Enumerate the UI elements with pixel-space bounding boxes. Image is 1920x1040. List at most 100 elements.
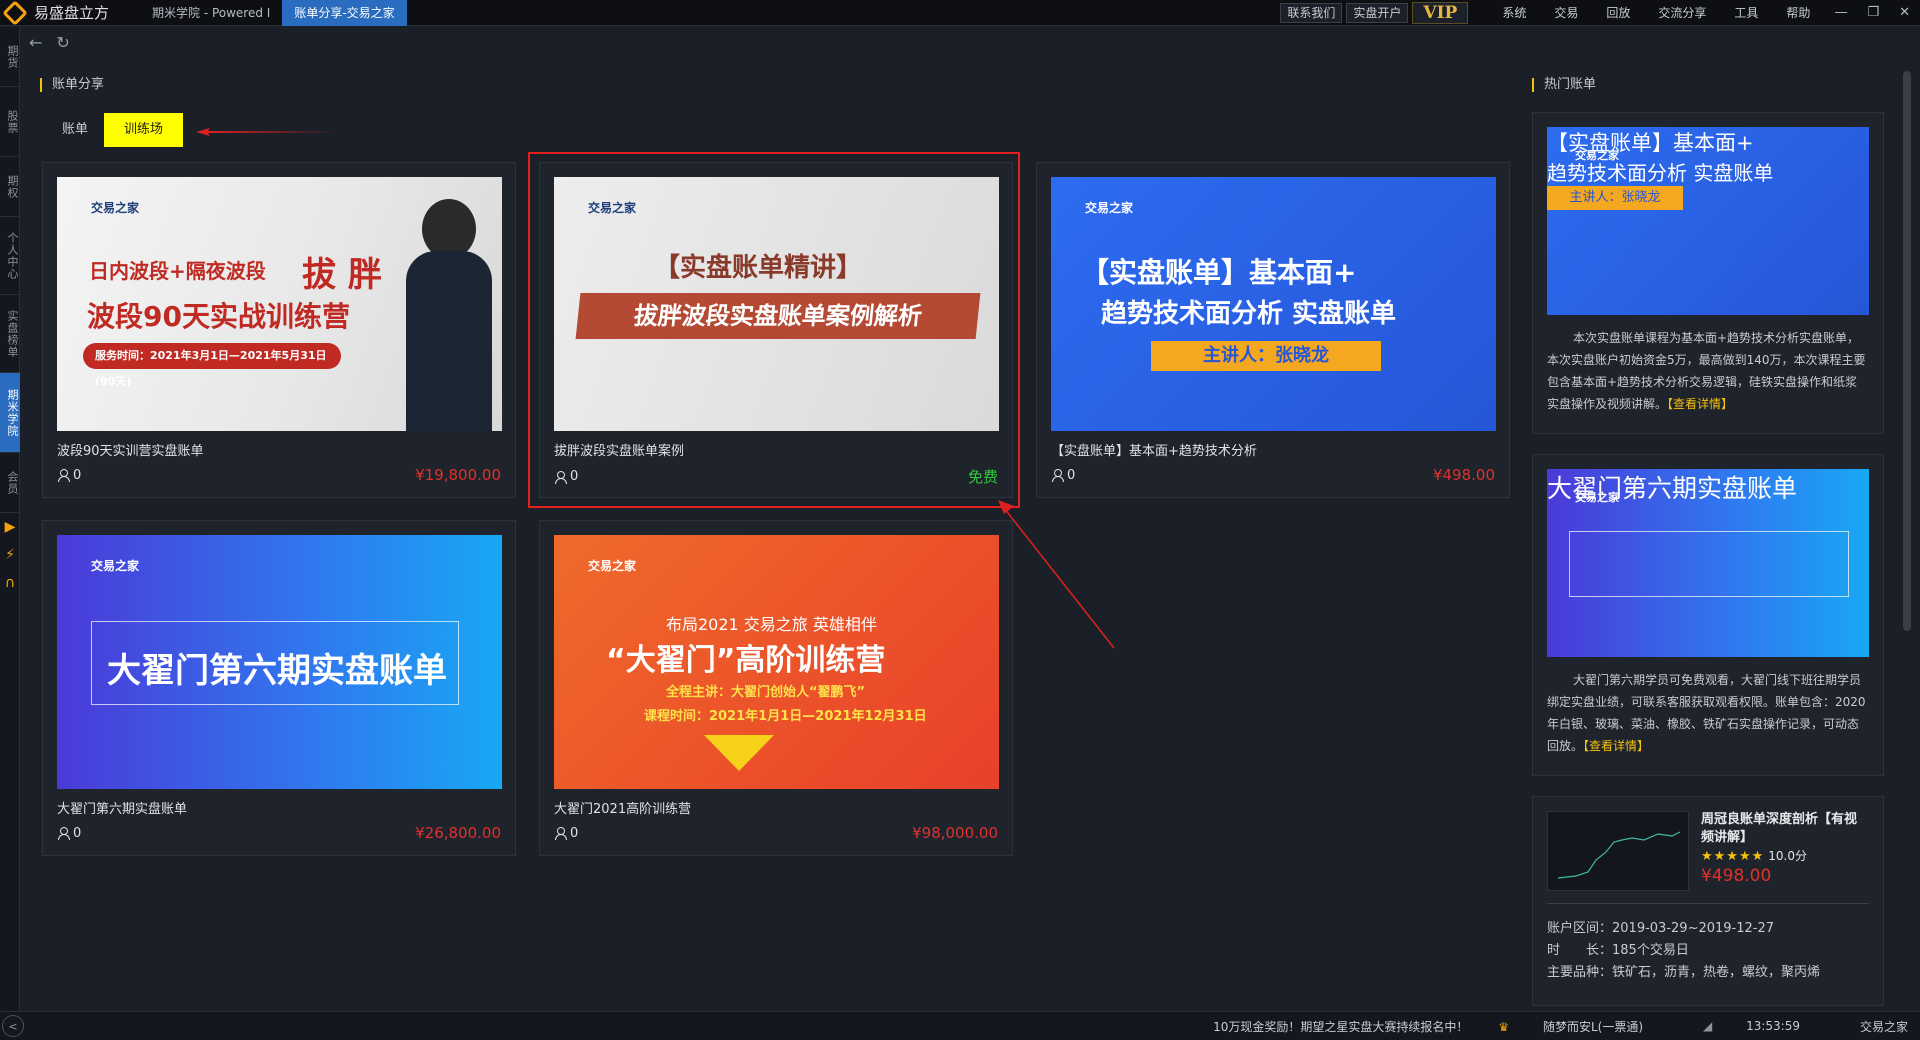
detail-row: 主要品种：铁矿石，沥青，热卷，螺纹，聚丙烯 bbox=[1547, 965, 1821, 980]
sidebar-item-stocks[interactable]: 股票 bbox=[0, 87, 20, 157]
card-price: ¥98,000.00 bbox=[912, 824, 998, 842]
user-count: 0 bbox=[73, 467, 82, 483]
view-details-link[interactable]: 【查看详情】 bbox=[1583, 739, 1649, 753]
brand-label: 交易之家 bbox=[91, 559, 140, 573]
status-user: ♛ 随梦而安L(一票通) bbox=[1498, 1019, 1644, 1034]
section-title-hot: 热门账单 bbox=[1532, 78, 1596, 92]
hot-bill-card[interactable]: 交易之家 【实盘账单】基本面+ 趋势技术面分析 实盘账单 主讲人：张晓龙 本次实… bbox=[1532, 112, 1884, 434]
sidebar-item-college[interactable]: 期米学院 bbox=[0, 373, 20, 453]
contact-us-button[interactable]: 联系我们 bbox=[1280, 2, 1343, 23]
annotation-arrow bbox=[196, 128, 336, 136]
user-icon bbox=[57, 827, 70, 840]
menu-trade[interactable]: 交易 bbox=[1540, 4, 1592, 21]
refresh-icon[interactable]: ↻ bbox=[56, 33, 69, 52]
menu-system[interactable]: 系统 bbox=[1488, 4, 1540, 21]
tab-bills[interactable]: 账单 bbox=[50, 113, 100, 147]
card-title[interactable]: 大翟门第六期实盘账单 bbox=[57, 798, 501, 817]
nav-bar: ← ↻ bbox=[21, 27, 1920, 57]
thumb-line2: 趋势技术面分析 实盘账单 bbox=[1101, 299, 1397, 329]
user-badge-icon: ♛ bbox=[1498, 1019, 1513, 1034]
user-count: 0 bbox=[73, 825, 82, 841]
menu-share[interactable]: 交流分享 bbox=[1644, 4, 1720, 21]
thumb-line1: 布局2021 交易之旅 英雄相伴 bbox=[666, 615, 877, 634]
hot-bill-image[interactable]: 交易之家 大翟门第六期实盘账单 bbox=[1547, 469, 1869, 657]
menu-tools[interactable]: 工具 bbox=[1720, 4, 1772, 21]
sidebar-item-member[interactable]: 会员 bbox=[0, 453, 20, 513]
vip-button[interactable]: VIP bbox=[1412, 1, 1469, 24]
card-thumbnail: 交易之家 【实盘账单】基本面+ 趋势技术面分析 实盘账单 主讲人：张晓龙 bbox=[1051, 177, 1496, 431]
app-logo-icon bbox=[2, 0, 28, 26]
detail-row: 账户区间：2019-03-29~2019-12-27 bbox=[1547, 921, 1775, 936]
thumb-line2: “大翟门”高阶训练营 bbox=[606, 643, 886, 678]
collapse-icon[interactable]: < bbox=[2, 1015, 24, 1037]
thumb-line2: 波段90天实战训练营 bbox=[87, 300, 350, 333]
brand-label: 交易之家 bbox=[1085, 201, 1134, 215]
headset-icon[interactable]: ∩ bbox=[0, 569, 20, 597]
tab-qimi-college[interactable]: 期米学院 - Powered I bbox=[140, 0, 282, 26]
card-price: ¥498.00 bbox=[1432, 466, 1495, 484]
card-title[interactable]: 波段90天实训营实盘账单 bbox=[57, 440, 501, 459]
menu-help[interactable]: 帮助 bbox=[1772, 4, 1824, 21]
user-count: 0 bbox=[1067, 467, 1076, 483]
triangle-decor bbox=[704, 735, 774, 771]
thumb-line1: 【实盘账单】基本面+ bbox=[1081, 256, 1357, 289]
hot-bill-image[interactable]: 交易之家 【实盘账单】基本面+ 趋势技术面分析 实盘账单 主讲人：张晓龙 bbox=[1547, 127, 1869, 315]
scrollbar-thumb[interactable] bbox=[1903, 71, 1911, 631]
minimize-icon[interactable]: — bbox=[1824, 5, 1857, 20]
sidebar-item-options[interactable]: 期权 bbox=[0, 157, 20, 217]
tab-bill-share[interactable]: 账单分享-交易之家 bbox=[282, 0, 407, 26]
open-account-button[interactable]: 实盘开户 bbox=[1346, 2, 1409, 23]
sub-tabs: 账单 训练场 bbox=[50, 113, 187, 147]
status-notice[interactable]: 10万现金奖励！期望之星实盘大赛持续报名中！ bbox=[1213, 1018, 1468, 1035]
hot-img-line3: 主讲人：张晓龙 bbox=[1547, 186, 1683, 210]
thumb-line3: 服务时间：2021年3月1日—2021年5月31日 (90天) bbox=[83, 343, 341, 388]
equity-line bbox=[1557, 831, 1681, 879]
mini-bill-details: 账户区间：2019-03-29~2019-12-27 时 长：185个交易日 主… bbox=[1547, 903, 1869, 984]
brand-label: 交易之家 bbox=[91, 201, 140, 215]
presenter-body bbox=[406, 251, 492, 431]
brand-label: 交易之家 bbox=[588, 559, 637, 573]
card-price: ¥19,800.00 bbox=[415, 466, 501, 484]
restore-icon[interactable]: ❐ bbox=[1857, 5, 1889, 20]
app-title: 易盛盘立方 bbox=[34, 4, 110, 22]
view-details-link[interactable]: 【查看详情】 bbox=[1667, 397, 1733, 411]
scrollbar[interactable] bbox=[1900, 57, 1914, 1011]
card-price: ¥26,800.00 bbox=[415, 824, 501, 842]
brand-label: 交易之家 bbox=[1575, 149, 1619, 162]
sidebar-item-futures[interactable]: 期货 bbox=[0, 27, 20, 87]
signal-icon: ◢ bbox=[1703, 1019, 1717, 1033]
user-icon bbox=[554, 827, 567, 840]
bill-card[interactable]: 交易之家 大翟门第六期实盘账单 大翟门第六期实盘账单 0 ¥26,800.00 bbox=[42, 520, 516, 856]
rating-score: 10.0分 bbox=[1768, 849, 1808, 863]
mini-bill-title[interactable]: 周冠良账单深度剖析【有视频讲解】 bbox=[1701, 811, 1869, 847]
sidebar-item-personal[interactable]: 个人中心 bbox=[0, 217, 20, 295]
thumb-line3: 主讲人：张晓龙 bbox=[1151, 341, 1381, 371]
rating-stars: ★★★★★ bbox=[1701, 849, 1765, 864]
hot-bill-card[interactable]: 交易之家 大翟门第六期实盘账单 大翟门第六期学员可免费观看，大翟门线下班往期学员… bbox=[1532, 454, 1884, 776]
thumb-line1: 大翟门第六期实盘账单 bbox=[107, 651, 447, 691]
brand-label: 交易之家 bbox=[1575, 491, 1619, 504]
card-thumbnail: 交易之家 日内波段+隔夜波段 拔 胖 波段90天实战训练营 服务时间：2021年… bbox=[57, 177, 502, 431]
hot-bill-description: 大翟门第六期学员可免费观看，大翟门线下班往期学员绑定实盘业绩，可联系客服获取观看… bbox=[1547, 673, 1866, 753]
mini-bill-price: ¥498.00 bbox=[1701, 866, 1772, 886]
bill-card[interactable]: 交易之家 【实盘账单】基本面+ 趋势技术面分析 实盘账单 主讲人：张晓龙 【实盘… bbox=[1036, 162, 1510, 498]
title-bar: 易盛盘立方 期米学院 - Powered I 账单分享-交易之家 联系我们 实盘… bbox=[0, 0, 1920, 26]
detail-row: 时 长：185个交易日 bbox=[1547, 943, 1689, 958]
menu-replay[interactable]: 回放 bbox=[1592, 4, 1644, 21]
close-icon[interactable]: ✕ bbox=[1889, 5, 1920, 20]
card-thumbnail: 交易之家 大翟门第六期实盘账单 bbox=[57, 535, 502, 789]
tab-training[interactable]: 训练场 bbox=[104, 113, 184, 147]
bill-card[interactable]: 交易之家 布局2021 交易之旅 英雄相伴 “大翟门”高阶训练营 全程主讲：大翟… bbox=[539, 520, 1013, 856]
back-icon[interactable]: ← bbox=[29, 33, 42, 52]
card-title[interactable]: 大翟门2021高阶训练营 bbox=[554, 798, 998, 817]
thumb-line3: 全程主讲：大翟门创始人“翟鹏飞” bbox=[666, 685, 866, 700]
card-thumbnail: 交易之家 布局2021 交易之旅 英雄相伴 “大翟门”高阶训练营 全程主讲：大翟… bbox=[554, 535, 999, 789]
bill-card[interactable]: 交易之家 日内波段+隔夜波段 拔 胖 波段90天实战训练营 服务时间：2021年… bbox=[42, 162, 516, 498]
hot-bill-mini-card[interactable]: 周冠良账单深度剖析【有视频讲解】 ★★★★★ 10.0分 ¥498.00 账户区间… bbox=[1532, 796, 1884, 1006]
thumb-line1: 日内波段+隔夜波段 bbox=[89, 259, 266, 283]
card-title[interactable]: 【实盘账单】基本面+趋势技术分析 bbox=[1051, 440, 1495, 459]
flash-icon[interactable]: ⚡ bbox=[0, 541, 20, 569]
status-time: ◢ 13:53:59 bbox=[1703, 1019, 1800, 1033]
sidebar-item-ranking[interactable]: 实盘榜单 bbox=[0, 295, 20, 373]
video-icon[interactable]: ▶ bbox=[0, 513, 20, 541]
